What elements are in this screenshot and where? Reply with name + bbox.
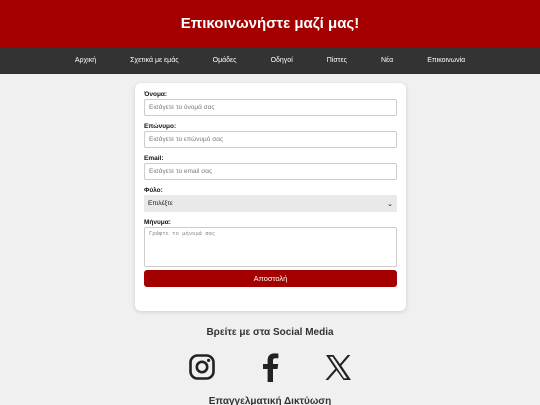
gender-select[interactable]: Επιλέξτε ⌄ xyxy=(144,195,397,212)
last-name-label: Επώνυμο: xyxy=(144,123,177,130)
chevron-down-icon: ⌄ xyxy=(387,200,393,208)
nav-item-contact[interactable]: Επικοινωνία xyxy=(410,57,482,64)
main-nav: Αρχική Σχετικά με εμάς Ομάδες Οδηγοί Πίσ… xyxy=(0,47,540,74)
message-textarea[interactable] xyxy=(144,227,397,267)
social-title: Βρείτε με στα Social Media xyxy=(206,327,334,338)
nav-item-about[interactable]: Σχετικά με εμάς xyxy=(113,57,196,64)
nav-item-news[interactable]: Νέα xyxy=(364,57,410,64)
instagram-icon[interactable] xyxy=(188,353,216,381)
message-label: Μήνυμα: xyxy=(144,219,171,226)
x-icon[interactable] xyxy=(324,354,352,381)
nav-item-teams[interactable]: Ομάδες xyxy=(196,57,254,64)
gender-label: Φύλο: xyxy=(144,187,163,194)
gender-select-value: Επιλέξτε xyxy=(148,200,173,207)
nav-item-drivers[interactable]: Οδηγοί xyxy=(254,57,310,64)
page-title: Επικοινωνήστε μαζί μας! xyxy=(180,15,360,32)
nav-item-home[interactable]: Αρχική xyxy=(58,57,113,64)
page-header: Επικοινωνήστε μαζί μας! xyxy=(0,0,540,47)
facebook-icon[interactable] xyxy=(260,352,280,382)
contact-form: Όνομα: Επώνυμο: Email: Φύλο: Επιλέξτε ⌄ … xyxy=(135,83,406,311)
first-name-input[interactable] xyxy=(144,99,397,116)
nav-item-tracks[interactable]: Πίστες xyxy=(310,57,364,64)
last-name-input[interactable] xyxy=(144,131,397,148)
first-name-label: Όνομα: xyxy=(144,91,168,98)
social-icons xyxy=(188,352,352,382)
email-input[interactable] xyxy=(144,163,397,180)
footer-title: Επαγγελματική Δικτύωση xyxy=(208,396,332,405)
submit-button[interactable]: Αποστολή xyxy=(144,270,397,287)
email-label: Email: xyxy=(144,155,164,162)
